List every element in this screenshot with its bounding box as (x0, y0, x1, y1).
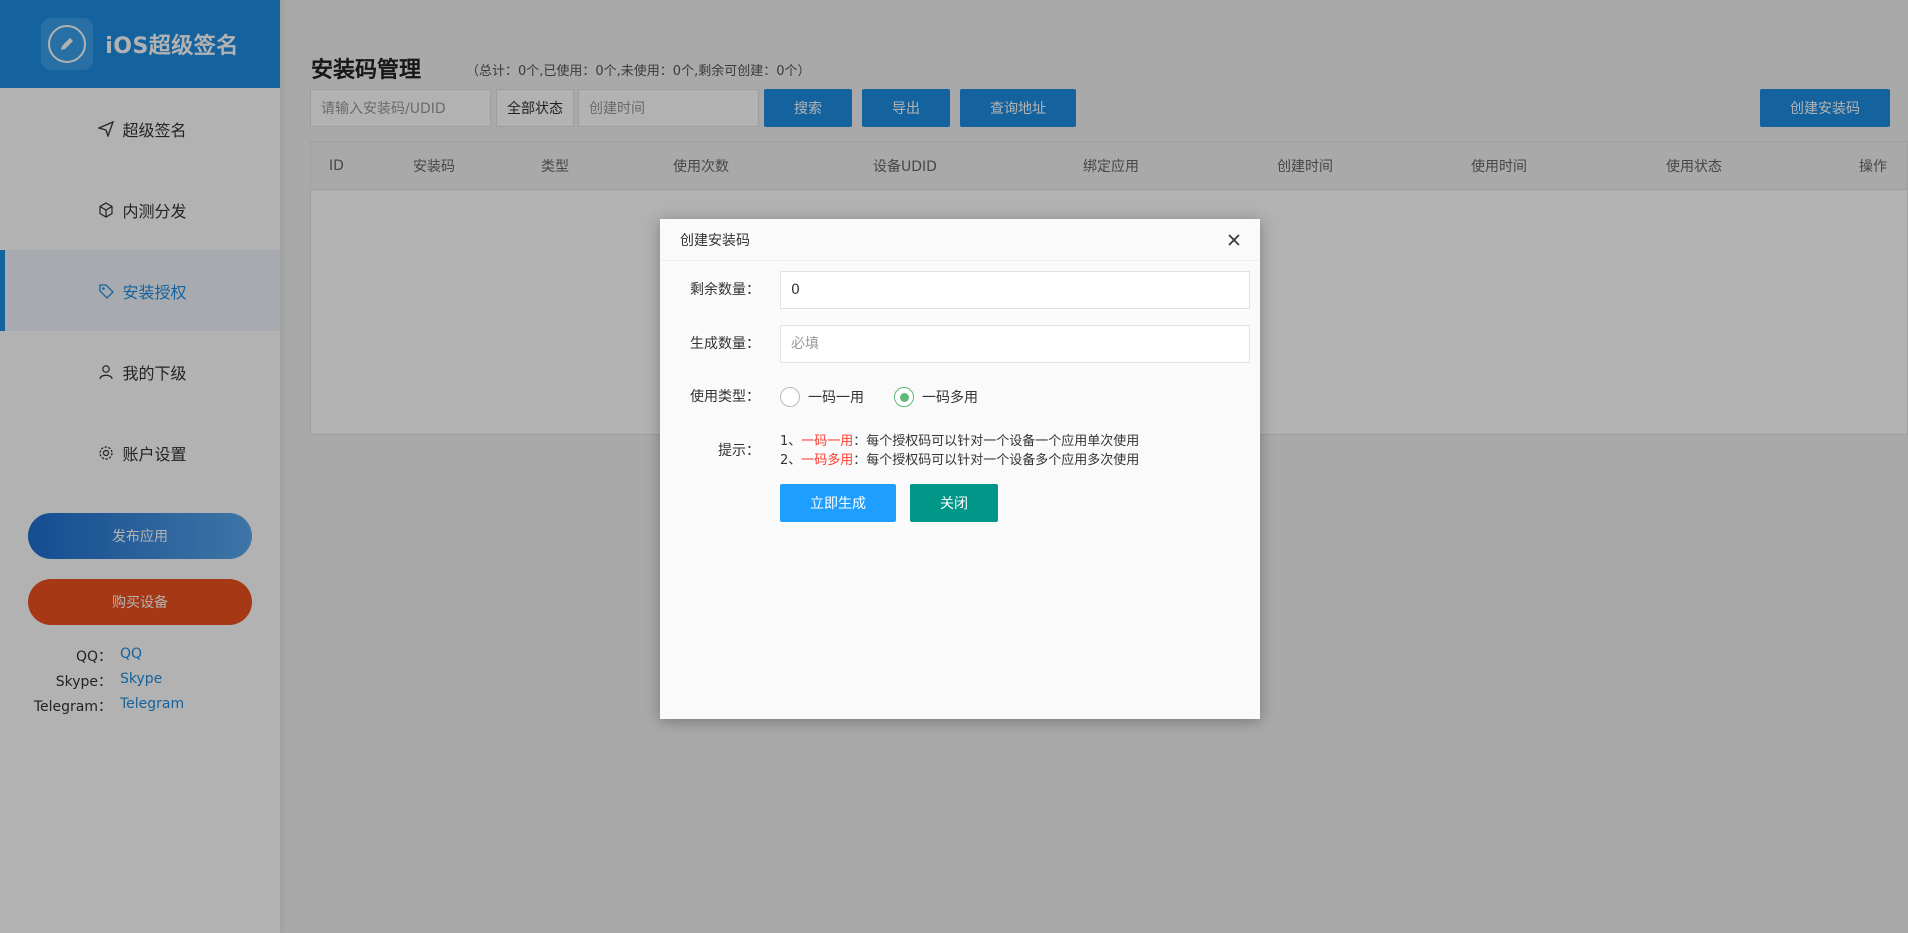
remaining-field[interactable]: 0 (780, 271, 1250, 309)
generate-count-field[interactable]: 必填 (780, 325, 1250, 363)
tip-line-2: 2、一码多用：每个授权码可以针对一个设备多个应用多次使用 (780, 453, 1140, 468)
generate-row: 生成数量： 必填 (660, 325, 1260, 363)
radio-label[interactable]: 一码多用 (922, 387, 978, 407)
close-button[interactable]: 关闭 (910, 484, 998, 522)
type-label: 使用类型： (690, 389, 760, 405)
close-icon[interactable] (1224, 230, 1244, 250)
tip-keyword: 一码一用 (801, 434, 854, 449)
generate-now-button[interactable]: 立即生成 (780, 484, 896, 522)
remaining-label: 剩余数量： (690, 282, 760, 298)
radio-multi-use[interactable] (894, 387, 914, 407)
tips-text: 1、一码一用：每个授权码可以针对一个设备一个应用单次使用 2、一码多用：每个授权… (780, 432, 1139, 470)
type-radio-group: 一码一用 一码多用 (780, 378, 1000, 416)
generate-label: 生成数量： (690, 336, 760, 352)
tip-line-1: 1、一码一用：每个授权码可以针对一个设备一个应用单次使用 (780, 434, 1140, 449)
dialog-header: 创建安装码 (660, 219, 1260, 261)
remaining-row: 剩余数量： 0 (660, 271, 1260, 309)
tip-keyword: 一码多用 (801, 453, 854, 468)
dialog-title: 创建安装码 (680, 232, 750, 249)
type-row: 使用类型： 一码一用 一码多用 (660, 378, 1260, 416)
radio-single-use[interactable] (780, 387, 800, 407)
tip-label: 提示： (718, 443, 760, 459)
radio-label[interactable]: 一码一用 (808, 387, 864, 407)
create-code-dialog: 创建安装码 剩余数量： 0 生成数量： 必填 使用类型： 一码一用 一码多用 提… (660, 219, 1260, 719)
